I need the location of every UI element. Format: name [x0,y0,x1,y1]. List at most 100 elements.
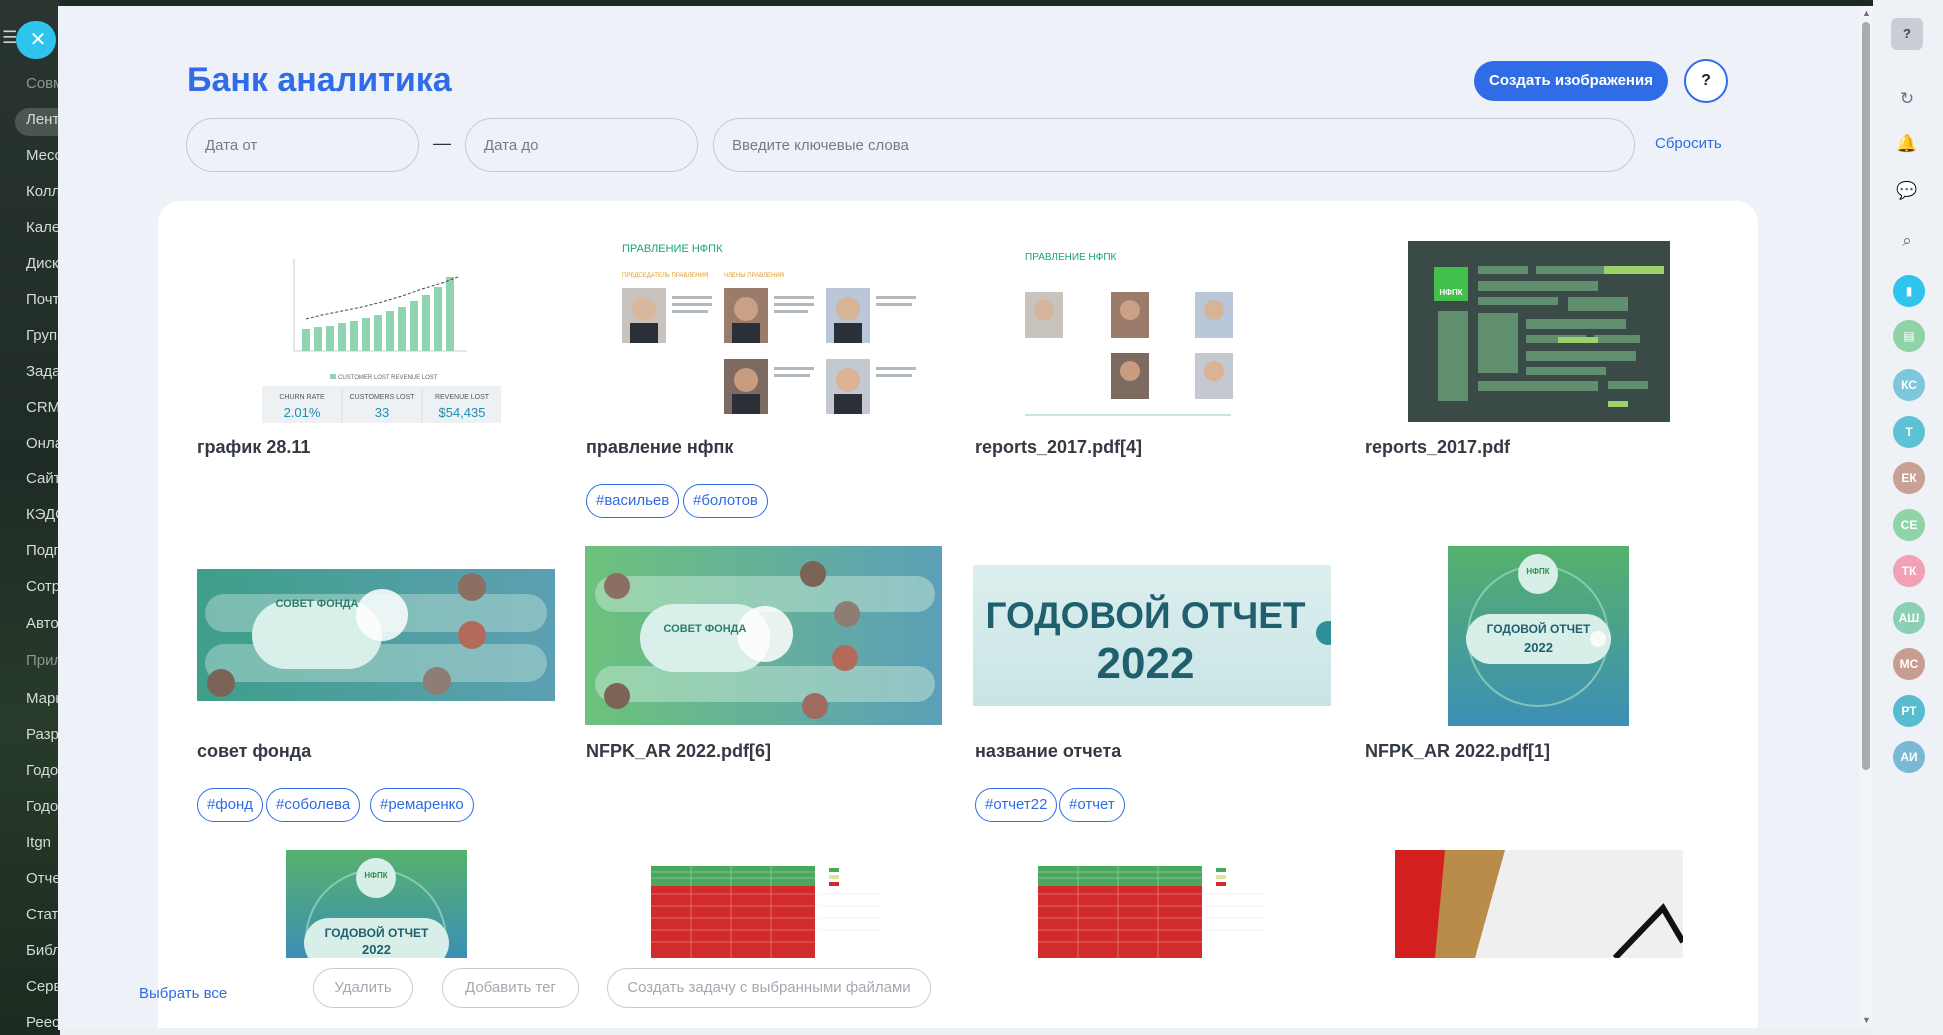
gallery-item-thumbnail[interactable]: ПРАВЛЕНИЕ НФПК [973,247,1233,422]
sidebar-item[interactable]: Лент [26,111,59,128]
sidebar-item[interactable]: Библ [26,942,60,959]
user-avatar[interactable]: СЕ [1893,508,1925,541]
sidebar-item[interactable]: Itgn [26,834,51,851]
gallery-item-title[interactable]: название отчета [975,741,1121,762]
user-avatar[interactable]: КС [1893,369,1925,401]
sidebar-item[interactable]: Подп [26,542,60,559]
gallery-item-thumbnail[interactable]: СОВЕТ ФОНДА [197,569,555,701]
sidebar-item[interactable]: Кале [26,219,60,236]
gallery-item-title[interactable]: reports_2017.pdf[4] [975,437,1142,458]
sidebar-item[interactable]: Годо [26,762,58,779]
refresh-icon[interactable]: ↻ [1891,83,1923,115]
thumb-caption: СОВЕТ ФОНДА [275,598,359,610]
gallery-item-title[interactable]: правление нфпк [586,437,733,458]
gallery-item-thumbnail[interactable]: НФПК [1408,241,1670,422]
scroll-down-icon[interactable]: ▼ [1862,1015,1871,1025]
date-from-input[interactable] [186,118,419,172]
user-avatar[interactable]: Т [1893,415,1925,448]
sidebar-item[interactable]: Марк [26,690,60,707]
gallery-item-thumbnail[interactable]: CUSTOMER LOST REVENUE LOST CHURN RATE 2.… [262,241,501,423]
sidebar-item[interactable]: Почт [26,291,59,308]
gallery-item-thumbnail[interactable]: ПРАВЛЕНИЕ НФПК ПРЕДСЕДАТЕЛЬ ПРАВЛЕНИЯ ЧЛ… [584,241,920,431]
sidebar-item[interactable]: Диск [26,255,59,272]
scrollbar[interactable]: ▲ ▼ [1859,6,1873,1028]
sidebar-item[interactable]: Прил [26,652,60,669]
gallery-item-thumbnail[interactable] [651,866,879,958]
sidebar-item[interactable]: Сотр [26,578,60,595]
sidebar-item[interactable]: Колл [26,183,60,200]
add-tag-button[interactable]: Добавить тег [442,968,579,1008]
chat-icon[interactable]: 💬 [1891,175,1923,207]
bell-icon[interactable]: 🔔 [1891,128,1923,160]
create-images-button[interactable]: Создать изображения [1474,61,1668,101]
thumb-subheading: ПРЕДСЕДАТЕЛЬ ПРАВЛЕНИЯ [622,273,708,279]
user-avatar[interactable]: РТ [1893,694,1925,727]
delete-button[interactable]: Удалить [313,968,413,1008]
chart-thumbnail: CUSTOMER LOST REVENUE LOST CHURN RATE 2.… [262,259,501,423]
gallery-item-title[interactable]: NFPK_AR 2022.pdf[1] [1365,741,1550,762]
help-button[interactable]: ? [1684,59,1728,103]
tag-chip[interactable]: #соболева [266,788,361,822]
gallery-item-thumbnail[interactable]: НФПК ГОДОВОЙ ОТЧЕТ 2022 [1448,546,1629,726]
tag-chip[interactable]: #ремаренко [370,788,474,822]
sidebar-item[interactable]: Зада [26,363,60,380]
pencil-photo [1395,850,1683,958]
tag-chip[interactable]: #отчет [1059,788,1125,822]
decorative-dot [1316,621,1331,645]
report-title-line: ГОДОВОЙ ОТЧЕТ [1486,622,1591,636]
sidebar-item[interactable]: Онла [26,435,60,452]
tag-chip[interactable]: #васильев [586,484,680,518]
reset-link[interactable]: Сбросить [1655,135,1722,152]
sidebar-item[interactable]: Серв [26,978,60,995]
kpi-label: REVENUE LOST [435,394,490,401]
notes-icon[interactable]: ▤ [1893,320,1925,352]
report-year: 2022 [1096,639,1195,688]
kpi-value: 33 [375,405,389,420]
report-year: 2022 [362,942,391,957]
sidebar-item[interactable]: Годо [26,798,58,815]
sidebar-item[interactable]: Месс [26,147,60,164]
sidebar-item[interactable]: Стат [26,906,58,923]
sidebar-item[interactable]: Авто [26,615,59,632]
user-avatar[interactable]: АШ [1893,601,1925,634]
help-icon[interactable]: ? [1891,18,1923,50]
bottom-strip [60,1028,1873,1035]
sidebar-item[interactable]: Разр [26,726,59,743]
sidebar-item[interactable]: Совм [26,75,60,92]
gallery-item-thumbnail[interactable]: ГОДОВОЙ ОТЧЕТ 2022 [973,565,1331,706]
date-to-input[interactable] [465,118,698,172]
sidebar-item[interactable]: КЭДО [26,506,60,523]
scrollbar-thumb[interactable] [1862,22,1870,770]
bookmark-icon[interactable]: ▮ [1893,275,1925,307]
menu-icon[interactable]: ☰ [2,28,17,48]
chart-legend: CUSTOMER LOST REVENUE LOST [338,375,438,381]
user-avatar[interactable]: МС [1893,648,1925,680]
tag-chip[interactable]: #болотов [683,484,768,518]
gallery-item-thumbnail[interactable]: НФПК ГОДОВОЙ ОТЧЕТ 2022 [286,850,467,958]
user-avatar[interactable]: ЕК [1893,462,1925,494]
sidebar-item[interactable]: Сайт [26,470,60,487]
tag-chip[interactable]: #отчет22 [975,788,1058,822]
scroll-up-icon[interactable]: ▲ [1862,8,1871,18]
select-all-link[interactable]: Выбрать все [139,985,227,1002]
gallery-item-thumbnail[interactable]: СОВЕТ ФОНДА [585,546,942,725]
close-panel-button[interactable]: ✕ [16,21,56,59]
gallery-item-title[interactable]: reports_2017.pdf [1365,437,1510,458]
user-avatar[interactable]: ТК [1893,555,1925,587]
sidebar-item[interactable]: Отче [26,870,60,887]
keywords-input[interactable] [713,118,1635,172]
council-graphic [205,573,547,697]
tag-chip[interactable]: #фонд [197,788,264,822]
sidebar-item[interactable]: CRM [26,399,60,416]
sidebar-item[interactable]: Реес [26,1014,60,1031]
create-task-button[interactable]: Создать задачу с выбранными файлами [607,968,931,1008]
sidebar-item[interactable]: Груп [26,327,57,344]
gallery-item-title[interactable]: совет фонда [197,741,311,762]
gallery-item-title[interactable]: график 28.11 [197,437,310,458]
search-icon[interactable]: ⌕ [1891,225,1923,257]
board-thumbnail: ПРАВЛЕНИЕ НФПК [1025,252,1233,416]
gallery-item-thumbnail[interactable] [1038,866,1266,958]
user-avatar[interactable]: АИ [1893,741,1925,773]
gallery-item-thumbnail[interactable] [1395,850,1683,958]
gallery-item-title[interactable]: NFPK_AR 2022.pdf[6] [586,741,771,762]
